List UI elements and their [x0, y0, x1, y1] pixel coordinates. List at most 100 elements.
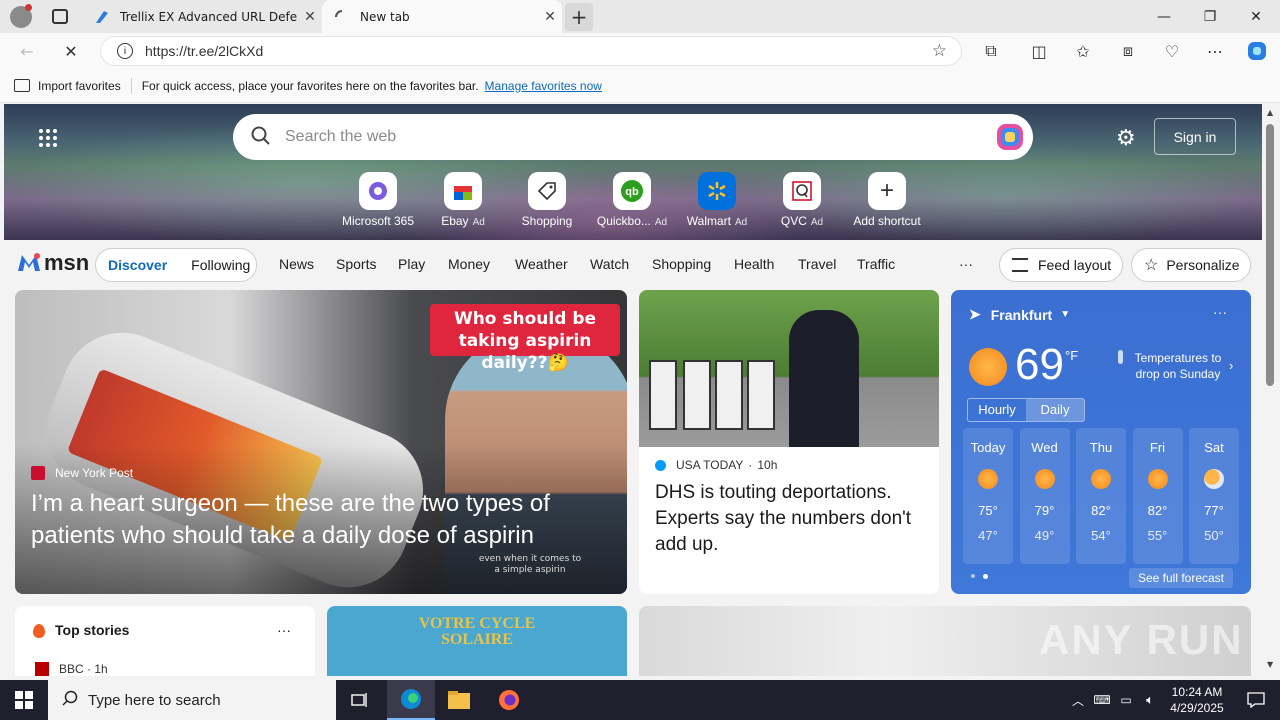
new-tab-button[interactable]: +	[565, 3, 593, 31]
system-clock[interactable]: 10:24 AM 4/29/2025	[1162, 684, 1232, 716]
article-headline[interactable]: I’m a heart surgeon — these are the two …	[31, 488, 601, 552]
quicklink-quickbooks[interactable]: qb Quickbo... Ad	[592, 172, 672, 228]
nav-news[interactable]: News	[279, 256, 314, 272]
close-tab-icon[interactable]: ✕	[538, 9, 562, 25]
scroll-up-arrow-icon[interactable]: ▲	[1267, 108, 1273, 117]
forecast-day[interactable]: Thu 82° 54°	[1076, 428, 1126, 564]
taskbar-search-box[interactable]: Type here to search	[48, 680, 336, 720]
article-headline[interactable]: DHS is touting deportations. Experts say…	[655, 480, 927, 558]
firefox-icon[interactable]	[485, 680, 533, 720]
minimize-button[interactable]: —	[1141, 0, 1187, 33]
restore-button[interactable]: ❐	[1187, 0, 1233, 33]
quicklink-microsoft-365[interactable]: Microsoft 365	[338, 172, 418, 228]
site-info-icon[interactable]: i	[117, 43, 133, 59]
tab-trellix[interactable]: Trellix EX Advanced URL Defense ✕	[84, 0, 322, 33]
device-icon[interactable]: ⌨	[1090, 680, 1114, 720]
back-icon[interactable]: ←	[16, 40, 38, 62]
page-scrollbar[interactable]: ▲ ▼	[1262, 104, 1280, 676]
forecast-day[interactable]: Wed 79° 49°	[1019, 428, 1070, 564]
forecast-day[interactable]: Fri 82° 55°	[1132, 428, 1183, 564]
windows-start-button[interactable]	[0, 680, 48, 720]
taskbar-search-placeholder[interactable]: Type here to search	[88, 692, 221, 709]
copilot-search-icon[interactable]	[995, 122, 1025, 155]
collections-icon[interactable]: ⧈	[1117, 40, 1139, 62]
page-dots[interactable]	[971, 574, 988, 579]
forecast-day[interactable]: Today 75° 47°	[963, 428, 1013, 564]
nav-money[interactable]: Money	[448, 256, 490, 272]
favorites-icon[interactable]: ✩	[1072, 40, 1094, 62]
more-menu-icon[interactable]: ⋯	[1204, 40, 1226, 62]
settings-gear-icon[interactable]: ⚙	[1116, 126, 1136, 151]
scroll-down-arrow-icon[interactable]: ▼	[1267, 660, 1273, 669]
copilot-icon[interactable]	[1246, 40, 1268, 62]
import-favorites-button[interactable]: Import favorites	[38, 79, 121, 93]
quicklink-shopping[interactable]: Shopping	[507, 172, 587, 228]
nav-traffic[interactable]: Traffic	[857, 256, 895, 272]
nav-watch[interactable]: Watch	[590, 256, 629, 272]
tab-following[interactable]: Following	[191, 257, 250, 273]
search-input[interactable]: Search the web	[285, 128, 396, 146]
edge-taskbar-icon[interactable]	[387, 680, 435, 720]
quicklink-label: Ebay	[441, 214, 469, 228]
quicklink-walmart[interactable]: Walmart Ad	[677, 172, 757, 228]
anyrun-watermark: ANY RUN	[1039, 616, 1244, 663]
forecast-day[interactable]: Sat 77° 50°	[1189, 428, 1239, 564]
tab-label: Trellix EX Advanced URL Defense	[120, 9, 298, 24]
file-explorer-icon[interactable]	[435, 680, 483, 720]
weather-card[interactable]: ➤ Frankfurt ▼ ··· 69 °F Temperatures to …	[951, 290, 1251, 594]
manage-favorites-link[interactable]: Manage favorites now	[485, 79, 602, 93]
split-screen-icon[interactable]: ◫	[1028, 40, 1050, 62]
task-view-icon[interactable]	[336, 680, 384, 720]
see-full-forecast-link[interactable]: See full forecast	[1129, 568, 1233, 588]
address-bar[interactable]: i https://tr.ee/2lCkXd ☆	[100, 36, 962, 66]
quicklink-qvc[interactable]: QVC Ad	[762, 172, 842, 228]
tab-new-tab[interactable]: New tab ✕	[322, 0, 562, 33]
quicklink-label: Add shortcut	[853, 214, 921, 228]
volume-icon[interactable]: 🔈︎	[1138, 680, 1162, 720]
news-card-dhs[interactable]: USA TODAY · 10h DHS is touting deportati…	[639, 290, 939, 594]
tab-daily[interactable]: Daily	[1026, 399, 1084, 421]
personalize-button[interactable]: ☆ Personalize	[1131, 248, 1251, 282]
msn-logo[interactable]: msn	[16, 250, 89, 276]
show-hidden-icons[interactable]: ︿	[1066, 680, 1090, 720]
scroll-thumb[interactable]	[1266, 124, 1274, 386]
nav-sports[interactable]: Sports	[336, 256, 376, 272]
tab-hourly[interactable]: Hourly	[968, 399, 1026, 421]
network-icon[interactable]: ▭	[1114, 680, 1138, 720]
weather-alert[interactable]: Temperatures to drop on Sunday	[1133, 350, 1223, 382]
favorite-star-icon[interactable]: ☆	[932, 41, 947, 61]
close-window-button[interactable]: ✕	[1233, 0, 1279, 33]
close-tab-icon[interactable]: ✕	[298, 9, 322, 25]
notifications-icon[interactable]	[1232, 680, 1280, 720]
profile-icon[interactable]	[10, 4, 32, 28]
chevron-right-icon[interactable]: ›	[1229, 358, 1233, 373]
nav-shopping[interactable]: Shopping	[652, 256, 711, 272]
sign-in-button[interactable]: Sign in	[1154, 118, 1236, 155]
import-favorites-icon[interactable]	[14, 79, 30, 92]
app-launcher-icon[interactable]	[38, 128, 58, 148]
bbc-logo-icon	[35, 662, 49, 676]
extensions-icon[interactable]: ⧉	[980, 40, 1002, 62]
nav-weather[interactable]: Weather	[515, 256, 568, 272]
sunny-icon	[1034, 469, 1055, 489]
location-selector[interactable]: ➤ Frankfurt ▼	[969, 306, 1070, 323]
url-text[interactable]: https://tr.ee/2lCkXd	[145, 43, 263, 59]
feed-layout-button[interactable]: Feed layout	[999, 248, 1123, 282]
tab-actions-icon[interactable]	[52, 9, 68, 24]
solar-cycle-card[interactable]: VOTRE CYCLE SOLAIRE	[327, 606, 627, 676]
stop-loading-icon[interactable]: ✕	[60, 40, 82, 62]
quicklink-ebay[interactable]: Ebay Ad	[423, 172, 503, 228]
weather-more-icon[interactable]: ···	[1213, 304, 1227, 320]
browser-essentials-icon[interactable]: ♡	[1161, 40, 1183, 62]
top-stories-more-icon[interactable]: ···	[277, 622, 291, 638]
nav-health[interactable]: Health	[734, 256, 774, 272]
tab-discover[interactable]: Discover	[108, 257, 167, 273]
nav-travel[interactable]: Travel	[798, 256, 836, 272]
featured-article-card[interactable]: Who should be taking aspirin daily??🤔 Ne…	[15, 290, 627, 594]
top-stories-card[interactable]: Top stories ··· BBC · 1h	[15, 606, 315, 676]
more-nav-icon[interactable]: ···	[959, 256, 973, 272]
quicklink-add-shortcut[interactable]: + Add shortcut	[847, 172, 927, 228]
web-search-box[interactable]: Search the web	[233, 114, 1033, 160]
nav-play[interactable]: Play	[398, 256, 425, 272]
fitness-article-card[interactable]: ANY RUN	[639, 606, 1251, 676]
